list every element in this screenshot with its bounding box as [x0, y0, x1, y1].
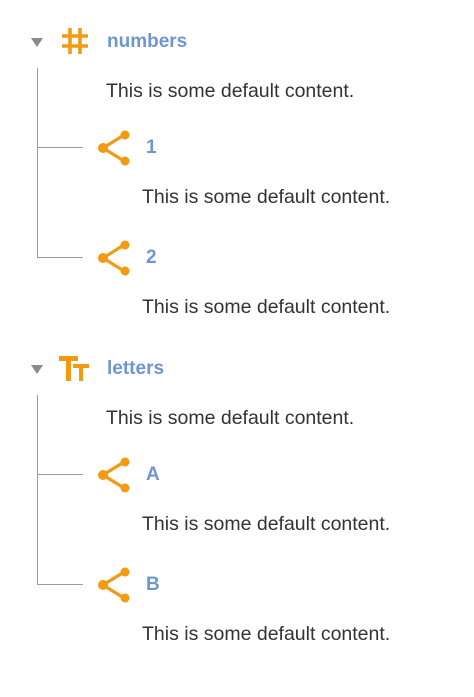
- node-title[interactable]: B: [146, 573, 160, 597]
- share-icon: [98, 130, 132, 166]
- tree-connector-line: [37, 68, 38, 258]
- node-title[interactable]: 1: [146, 136, 157, 160]
- tree-branch-line: [37, 257, 83, 258]
- share-icon: [98, 457, 132, 493]
- node-content: This is some default content.: [106, 80, 355, 102]
- tree-connector-line: [37, 395, 38, 585]
- node-content: This is some default content.: [142, 623, 391, 645]
- node-title[interactable]: letters: [107, 357, 164, 381]
- node-content: This is some default content.: [142, 186, 391, 208]
- text-size-icon: [58, 355, 92, 383]
- share-icon: [98, 240, 132, 276]
- tree-branch-line: [37, 147, 83, 148]
- node-title[interactable]: numbers: [107, 30, 187, 54]
- node-content: This is some default content.: [106, 407, 355, 429]
- collapse-toggle-icon[interactable]: [31, 38, 43, 47]
- collapse-toggle-icon[interactable]: [31, 365, 43, 374]
- tree-branch-line: [37, 474, 83, 475]
- node-title[interactable]: 2: [146, 246, 157, 270]
- tree-branch-line: [37, 584, 83, 585]
- node-content: This is some default content.: [142, 513, 391, 535]
- share-icon: [98, 567, 132, 603]
- hash-icon: [60, 26, 90, 56]
- node-title[interactable]: A: [146, 463, 160, 487]
- node-content: This is some default content.: [142, 296, 391, 318]
